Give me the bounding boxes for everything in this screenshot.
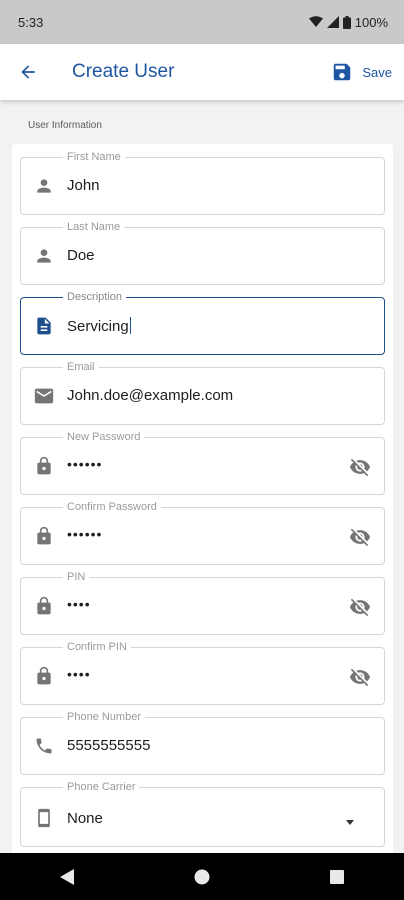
nav-home-button[interactable] — [182, 857, 222, 897]
email-field[interactable]: Email John.doe@example.com — [20, 361, 385, 425]
first-name-field[interactable]: First Name John — [20, 151, 385, 215]
pin-value: •••• — [67, 596, 91, 612]
section-label: User Information — [28, 120, 102, 131]
text-caret — [129, 317, 132, 334]
phone-carrier-select[interactable]: Phone Carrier None — [20, 781, 385, 847]
description-field[interactable]: Description Servicing — [20, 291, 385, 355]
phone-number-label: Phone Number — [63, 711, 145, 723]
phone-number-field[interactable]: Phone Number 5555555555 — [20, 711, 385, 775]
pin-field[interactable]: PIN •••• — [20, 571, 385, 635]
confirm-pin-label: Confirm PIN — [63, 641, 131, 653]
phone-icon — [33, 735, 55, 757]
save-label: Save — [362, 64, 392, 80]
mail-icon — [33, 385, 55, 407]
description-icon — [33, 315, 55, 337]
phone-number-value: 5555555555 — [67, 737, 151, 754]
triangle-back-icon — [60, 868, 75, 885]
system-nav-bar — [0, 853, 404, 900]
phone-carrier-label: Phone Carrier — [63, 781, 140, 793]
first-name-value: John — [67, 177, 100, 194]
signal-icon — [326, 16, 339, 28]
new-password-label: New Password — [63, 431, 145, 443]
save-icon — [334, 63, 351, 81]
email-label: Email — [63, 361, 99, 373]
new-password-field[interactable]: New Password •••••• — [20, 431, 385, 495]
smartphone-icon — [33, 807, 55, 829]
wifi-icon — [308, 16, 323, 28]
lock-icon — [33, 665, 55, 687]
confirm-password-label: Confirm Password — [63, 501, 161, 513]
lock-icon — [33, 525, 55, 547]
person-icon — [33, 175, 55, 197]
status-bar: 5:33 100% — [0, 0, 404, 44]
new-password-value: •••••• — [67, 456, 103, 472]
confirm-pin-field[interactable]: Confirm PIN •••• — [20, 641, 385, 705]
visibility-off-icon[interactable] — [348, 595, 372, 619]
email-value: John.doe@example.com — [67, 387, 234, 404]
person-icon — [33, 245, 55, 267]
status-indicators: 100% — [308, 14, 388, 30]
last-name-field[interactable]: Last Name Doe — [20, 221, 385, 285]
description-label: Description — [63, 291, 127, 303]
pin-label: PIN — [63, 571, 90, 583]
lock-icon — [33, 455, 55, 477]
description-value: Servicing — [67, 317, 132, 335]
visibility-off-icon[interactable] — [348, 455, 372, 479]
last-name-value: Doe — [67, 247, 95, 264]
circle-home-icon — [194, 869, 210, 884]
battery-icon — [342, 15, 351, 29]
nav-recents-button[interactable] — [317, 857, 357, 897]
form-content[interactable]: User Information First Name John Last Na… — [0, 100, 404, 853]
back-button[interactable] — [14, 58, 42, 86]
lock-icon — [33, 595, 55, 617]
phone-carrier-value: None — [67, 810, 103, 827]
square-recents-icon — [329, 869, 344, 884]
battery-level: 100% — [354, 14, 388, 30]
confirm-password-value: •••••• — [67, 526, 103, 542]
status-time: 5:33 — [18, 14, 44, 30]
confirm-pin-value: •••• — [67, 666, 91, 682]
first-name-label: First Name — [63, 151, 125, 163]
dropdown-arrow-icon[interactable] — [344, 814, 356, 825]
app-bar: Create User Save — [0, 44, 404, 100]
arrow-back-icon — [21, 65, 35, 79]
visibility-off-icon[interactable] — [348, 665, 372, 689]
page-title: Create User — [72, 61, 175, 82]
visibility-off-icon[interactable] — [348, 525, 372, 549]
confirm-password-field[interactable]: Confirm Password •••••• — [20, 501, 385, 565]
nav-back-button[interactable] — [47, 857, 87, 897]
save-button[interactable]: Save — [331, 58, 392, 86]
last-name-label: Last Name — [63, 221, 125, 233]
